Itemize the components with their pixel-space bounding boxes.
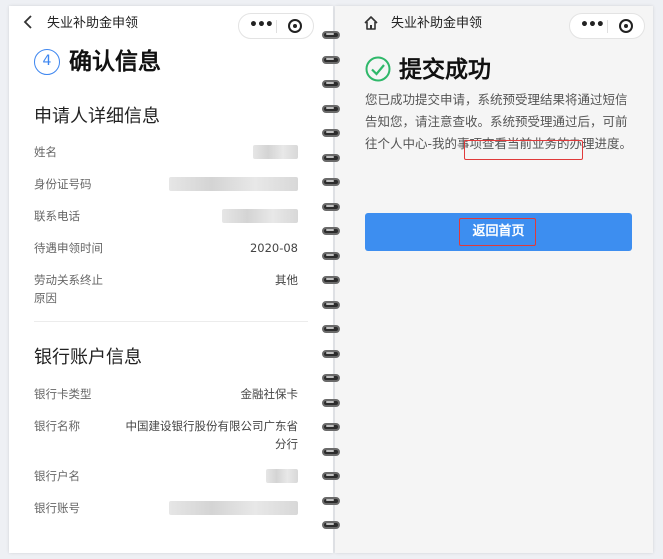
spiral-ring [318,324,344,334]
spiral-ring [318,422,344,432]
target-close-icon[interactable] [288,19,302,33]
row-label-card-type: 银行卡类型 [34,387,92,401]
spiral-ring [318,496,344,506]
section-divider [34,321,308,322]
spiral-ring [318,153,344,163]
page-title: 确认信息 [69,49,161,75]
row-label-name: 姓名 [34,145,57,159]
mini-program-capsule: ••• [569,13,645,39]
top-nav-bar: 失业补助金申领 ••• [335,6,653,40]
bank-section-title: 银行账户信息 [34,347,142,368]
row-label-apply-time: 待遇申领时间 [34,241,103,255]
applicant-section-title: 申请人详细信息 [34,106,160,127]
confirm-info-screen: 失业补助金申领 ••• 4 确认信息 申请人详细信息 姓名 身份证号码 联系电话… [9,6,333,553]
spiral-ring [318,104,344,114]
nav-title: 失业补助金申领 [47,16,139,31]
spiral-ring [318,30,344,40]
highlight-box-my-items [464,140,583,160]
spiral-ring [318,128,344,138]
row-label-account-name: 银行户名 [34,469,80,483]
spiral-ring [318,300,344,310]
page-title: 提交成功 [399,57,491,83]
mini-program-capsule: ••• [238,13,314,39]
row-value-card-type: 金融社保卡 [240,387,299,401]
target-close-icon[interactable] [619,19,633,33]
redacted-account-name [266,469,298,483]
row-label-phone: 联系电话 [34,209,80,223]
spiral-ring [318,520,344,530]
row-value-bank-name: 中国建设银行股份有限公司广东省分行 [125,419,299,451]
spiral-ring [318,177,344,187]
spiral-ring [318,55,344,65]
redacted-id-number [169,177,298,191]
row-label-bank-name: 银行名称 [34,419,80,433]
spiral-ring [318,349,344,359]
spiral-ring [318,398,344,408]
check-circle-icon [365,56,391,82]
row-value-termination-reason: 其他 [275,273,298,287]
row-value-apply-time: 2020-08 [249,241,298,255]
spiral-ring [318,251,344,261]
redacted-phone [222,209,298,223]
row-label-id-number: 身份证号码 [34,177,92,191]
submit-success-screen: 失业补助金申领 ••• 提交成功 您已成功提交申请，系统预受理结果将通过短信告知… [335,6,653,553]
redacted-account-number [169,501,298,515]
spiral-ring [318,275,344,285]
capsule-divider [276,20,277,33]
back-chevron-icon[interactable] [23,14,39,32]
row-label-termination-reason: 劳动关系终止原因 [34,273,103,305]
redacted-name [253,145,298,159]
nav-title: 失业补助金申领 [391,16,483,31]
more-dots-icon[interactable]: ••• [580,17,605,33]
spiral-ring [318,447,344,457]
capsule-divider [607,20,608,33]
spiral-binding [318,30,348,550]
highlight-box-home-button [459,218,536,246]
spiral-ring [318,373,344,383]
spiral-ring [318,471,344,481]
spiral-ring [318,79,344,89]
step-number-badge: 4 [34,49,60,75]
more-dots-icon[interactable]: ••• [249,17,274,33]
home-icon[interactable] [363,15,379,31]
spiral-ring [318,202,344,212]
row-label-account-number: 银行账号 [34,501,80,515]
top-nav-bar: 失业补助金申领 ••• [9,6,333,40]
spiral-ring [318,226,344,236]
